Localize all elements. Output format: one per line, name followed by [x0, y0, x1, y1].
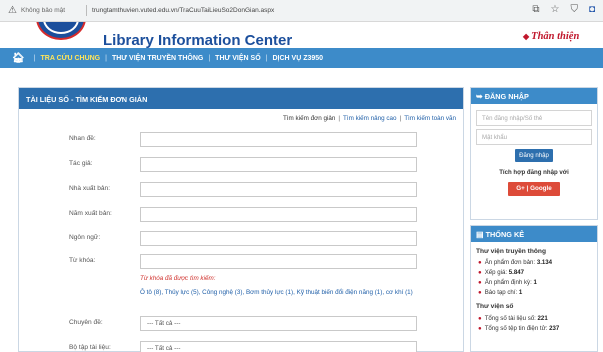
year-label: Năm xuất bản:: [69, 210, 112, 217]
stats-row: ● Ấn phẩm định kỳ: 1: [478, 279, 537, 286]
stats-section-title: Thư viện truyền thông: [476, 248, 546, 255]
address-divider: [86, 5, 87, 16]
stats-row-value: 237: [549, 325, 560, 332]
topic-select[interactable]: --- Tất cả ---: [140, 316, 417, 331]
shield-icon[interactable]: ⛉: [570, 4, 578, 15]
search-panel: TÀI LIỆU SỐ - TÌM KIẾM ĐƠN GIẢN Tìm kiếm…: [18, 87, 464, 352]
bullet-icon: ●: [478, 259, 482, 266]
stats-title: THỐNG KÊ: [485, 230, 525, 239]
keyword-history-list[interactable]: Ô tô (8), Thủy lực (5), Công nghệ (3), B…: [140, 288, 425, 298]
url-field[interactable]: trungtamthuvien.vuted.edu.vn/TraCuuTaiLi…: [92, 7, 274, 14]
diamond-icon: ◆: [523, 32, 530, 41]
topic-label: Chuyên đề:: [69, 319, 103, 326]
stats-row-value: 1: [533, 279, 537, 286]
login-header: ➥ ĐĂNG NHẬP: [471, 88, 597, 104]
fulltext-search-link[interactable]: Tìm kiếm toàn văn: [404, 115, 456, 122]
bullet-icon: ●: [478, 269, 482, 276]
simple-search-link[interactable]: Tìm kiếm đơn giản: [283, 115, 335, 122]
search-panel-title: TÀI LIỆU SỐ - TÌM KIẾM ĐƠN GIẢN: [19, 88, 463, 109]
site-title: Library Information Center: [103, 32, 293, 49]
star-icon[interactable]: ☆: [550, 4, 559, 15]
login-icon: ➥: [476, 92, 483, 101]
stats-row-value: 3.134: [536, 259, 553, 266]
search-mode-links: Tìm kiếm đơn giản | Tìm kiếm nâng cao | Tìm …: [19, 115, 456, 122]
warning-triangle-icon[interactable]: ⚠: [8, 5, 17, 16]
stats-row-label: Tổng số tệp tin điện tử:: [484, 325, 548, 332]
nav-separator: |: [208, 54, 211, 62]
bullet-icon: ●: [478, 315, 482, 322]
nav-item-thu-vien-truyen-thong[interactable]: THƯ VIỆN TRUYỀN THÔNG: [112, 55, 203, 62]
university-logo[interactable]: [36, 22, 86, 42]
home-icon[interactable]: 🏠︎: [12, 53, 25, 64]
stats-row-label: Báo tạp chí:: [484, 289, 518, 296]
stats-icon: ▤: [476, 230, 484, 239]
bullet-icon: ●: [478, 289, 482, 296]
stats-box: ▤ THỐNG KÊ Thư viện truyền thông ● Ấn phẩm…: [470, 225, 598, 352]
bullet-icon: ●: [478, 279, 482, 286]
publisher-label: Nhà xuất bản:: [69, 185, 111, 192]
keyword-input[interactable]: [140, 254, 417, 269]
security-status-text[interactable]: Không bảo mật: [21, 7, 65, 14]
slogan-text: Thân thiện: [531, 31, 580, 42]
browser-toolbar: ⧉ ☆ ⛉ ◘: [532, 4, 595, 15]
nav-item-tra-cuu-chung[interactable]: TRA CỨU CHUNG: [41, 55, 101, 62]
slogan: ◆ Thân thiện: [523, 31, 579, 42]
main-nav: 🏠︎ | TRA CỨU CHUNG | THƯ VIỆN TRUYỀN THÔ…: [0, 48, 603, 68]
nav-separator: |: [33, 54, 36, 62]
login-with-text: Tích hợp đăng nhập với: [499, 169, 569, 176]
google-login-button[interactable]: G+ | Google: [508, 182, 560, 196]
stats-row: ● Ấn phẩm đơn bản: 3.134: [478, 259, 552, 266]
site-header: [0, 22, 603, 48]
nav-separator: |: [105, 54, 107, 62]
nav-item-dich-vu-z3950[interactable]: DỊCH VỤ Z3950: [272, 55, 323, 62]
nav-item-thu-vien-so[interactable]: THƯ VIỆN SỐ: [215, 55, 260, 62]
year-input[interactable]: [140, 207, 417, 222]
login-button[interactable]: Đăng nhập: [515, 149, 553, 162]
title-input[interactable]: [140, 132, 417, 147]
stats-row-value: 221: [537, 315, 548, 322]
link-separator: |: [399, 115, 402, 122]
link-separator: |: [338, 115, 341, 122]
language-input[interactable]: [140, 231, 417, 246]
browser-address-bar: ⚠ Không bảo mật trungtamthuvien.vuted.ed…: [0, 0, 603, 22]
stats-row: ● Tổng số tệp tin điện tử: 237: [478, 325, 559, 332]
stats-header: ▤ THỐNG KÊ: [471, 226, 597, 242]
stats-row-label: Xếp giá:: [484, 269, 508, 276]
author-label: Tác giả:: [69, 160, 93, 167]
collection-select[interactable]: --- Tất cả ---: [140, 341, 417, 352]
stats-row-label: Ấn phẩm định kỳ:: [484, 279, 532, 286]
stats-row-value: 5.847: [508, 269, 525, 276]
login-title: ĐĂNG NHẬP: [484, 92, 529, 101]
stats-section-title: Thư viện số: [476, 303, 514, 310]
stats-row: ● Xếp giá: 5.847: [478, 269, 524, 276]
stats-row-label: Ấn phẩm đơn bản:: [484, 259, 536, 266]
stats-row-label: Tổng số tài liệu số:: [484, 315, 536, 322]
language-label: Ngôn ngữ:: [69, 234, 101, 241]
password-input[interactable]: Mật khẩu: [476, 129, 592, 145]
advanced-search-link[interactable]: Tìm kiếm nâng cao: [343, 115, 397, 122]
stats-row-value: 1: [518, 289, 523, 296]
keyword-label: Từ khóa:: [69, 257, 96, 264]
publisher-input[interactable]: [140, 182, 417, 197]
title-label: Nhan đề:: [69, 135, 96, 142]
author-input[interactable]: [140, 157, 417, 172]
share-icon[interactable]: ⧉: [532, 4, 539, 15]
keyword-history-note: Từ khóa đã được tìm kiếm:: [140, 275, 216, 282]
stats-row: ● Báo tạp chí: 1: [478, 289, 522, 296]
extension-icon[interactable]: ◘: [589, 4, 595, 15]
username-input[interactable]: Tên đăng nhập/Số thẻ: [476, 110, 592, 126]
login-box: ➥ ĐĂNG NHẬP Tên đăng nhập/Số thẻ Mật khẩu…: [470, 87, 598, 220]
collection-label: Bộ tập tài liệu:: [69, 344, 111, 351]
stats-row: ● Tổng số tài liệu số: 221: [478, 315, 548, 322]
nav-separator: |: [265, 54, 268, 62]
bullet-icon: ●: [478, 325, 482, 332]
